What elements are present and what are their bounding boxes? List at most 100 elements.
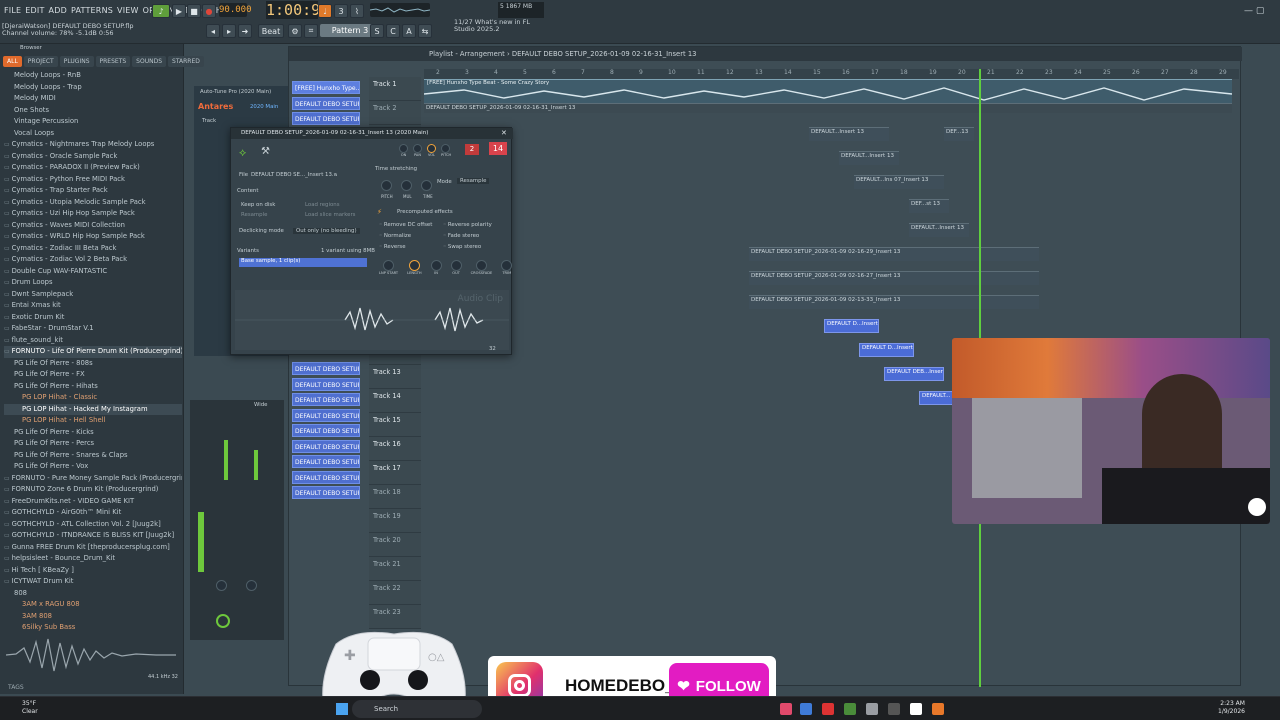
browser-item[interactable]: PG Life Of Pierre - FX [4, 369, 182, 381]
audio-clip[interactable]: DEFAULT...Insert 13 [909, 223, 969, 237]
browser-item[interactable]: GOTHCHYLD - AirG0th™ Mini Kit [4, 507, 182, 519]
menu-item-patterns[interactable]: PATTERNS [71, 6, 113, 15]
audio-clip[interactable]: DEF...st 13 [909, 199, 949, 213]
track-header[interactable]: Track 22 [369, 581, 421, 605]
track-header[interactable]: Track 20 [369, 533, 421, 557]
knob[interactable] [408, 260, 420, 271]
browser-item[interactable]: Drum Loops [4, 277, 182, 289]
next-icon[interactable]: ➜ [238, 24, 252, 38]
start-icon[interactable] [336, 703, 348, 715]
pattern-item[interactable]: [FREE] Hunxho Type... [292, 81, 360, 94]
stop-button[interactable]: ■ [187, 4, 201, 18]
browser-tab-sounds[interactable]: SOUNDS [132, 56, 167, 67]
browser-tab-all[interactable]: ALL [3, 56, 22, 67]
pattern-item[interactable]: DEFAULT DEBO SETUP_202... [292, 96, 360, 110]
pan-knob[interactable] [246, 580, 257, 591]
browser-item[interactable]: GOTHCHYLD - ATL Collection Vol. 2 [Juug2… [4, 519, 182, 531]
audio-clip[interactable]: DEF...13 [944, 127, 974, 141]
window-controls[interactable]: — ▢ [1244, 6, 1274, 16]
system-clock[interactable]: 2:23 AM 1/9/2026 [1218, 700, 1245, 716]
browser-tab-starred[interactable]: STARRED [168, 56, 204, 67]
file-field[interactable]: DEFAULT DEBO SE..._Insert 13.wav [251, 172, 337, 178]
track-header[interactable]: Track 1 [369, 77, 421, 101]
tool-icon[interactable]: ⚙ [288, 24, 302, 38]
browser-item[interactable]: PG Life Of Pierre - Kicks [4, 427, 182, 439]
pattern-item[interactable]: DEFAULT DEBO SETUP_202... [292, 377, 360, 391]
pattern-item[interactable]: DEFAULT DEBO SETUP_202... [292, 424, 360, 437]
browser-tab-project[interactable]: PROJECT [23, 56, 58, 67]
browser-item[interactable]: FreeDrumKits.net - VIDEO GAME KIT [4, 496, 182, 508]
fx-option[interactable]: ◦ Reverse polarity [443, 222, 492, 228]
mul-knob[interactable] [401, 180, 412, 191]
browser-item[interactable]: Dwnt Samplepack [4, 289, 182, 301]
knob[interactable] [383, 260, 395, 271]
pattern-item[interactable]: DEFAULT DEBO SETUP_202... [292, 408, 360, 422]
audio-clip[interactable]: DEFAULT DEBO SETUP_2026-01-09 02-13-33_I… [749, 295, 1039, 309]
close-icon[interactable]: ✕ [501, 129, 507, 137]
pattern-item[interactable]: DEFAULT DEBO SETUP_202... [292, 112, 360, 125]
track-header[interactable]: Track 17 [369, 461, 421, 485]
browser-item[interactable]: Cymatics - PARADOX II (Preview Pack) [4, 162, 182, 174]
weather-widget[interactable]: 35°F Clear [22, 700, 38, 716]
knob[interactable] [413, 144, 422, 153]
news-panel[interactable]: 11/27 What's new in FL Studio 2025.2 [454, 19, 530, 33]
browser-item[interactable]: Entai Xmas kit [4, 300, 182, 312]
browser-item[interactable]: FORNUTO Zone 6 Drum Kit (Producergrind) [4, 484, 182, 496]
browser-item[interactable]: Double Cup WAV-FANTASTIC [4, 266, 182, 278]
audio-clip[interactable]: DEFAULT DEB...Insert 13 [884, 367, 944, 381]
track-header[interactable]: Track 14 [369, 389, 421, 413]
browser-item[interactable]: FORNUTO - Pure Money Sample Pack (Produc… [4, 473, 182, 485]
browser-item[interactable]: Gunna FREE Drum Kit [theproducersplug.co… [4, 542, 182, 554]
browser-item[interactable]: Melody Loops - RnB [4, 70, 182, 82]
fx-option[interactable]: ◦ Fade stereo [443, 233, 479, 239]
pattern-item[interactable]: DEFAULT DEBO SETUP_202... [292, 470, 360, 484]
tags-label[interactable]: TAGS [8, 684, 24, 691]
pattern-item[interactable]: DEFAULT DEBO SETUP_202... [292, 439, 360, 453]
browser-item[interactable]: Cymatics - Nightmares Trap Melody Loops [4, 139, 182, 151]
browser-item[interactable]: PG Life Of Pierre - Vox [4, 461, 182, 473]
time-display[interactable]: 1:00:96 [266, 1, 329, 19]
browser-item[interactable]: PG Life Of Pierre - 808s [4, 358, 182, 370]
pattern-item[interactable]: DEFAULT DEBO SETUP_202... [292, 455, 360, 468]
knob[interactable] [475, 260, 487, 271]
menu-item-view[interactable]: VIEW [117, 6, 139, 15]
audio-clip-insert[interactable]: DEFAULT DEBO SETUP_2026-01-09 02-16-31_I… [424, 103, 1232, 113]
track-header[interactable]: Track 19 [369, 509, 421, 533]
timeline-ruler[interactable]: 2 3 4 5 6 7 8 9 10 11 12 13 14 15 16 17 18 19 20 21 22 23 24 25… [424, 69, 1239, 79]
app-icon[interactable] [844, 703, 856, 715]
load-regions-option[interactable]: Load regions [305, 202, 340, 208]
browser-item[interactable]: Cymatics - Uzi Hip Hop Sample Pack [4, 208, 182, 220]
app-icon[interactable] [866, 703, 878, 715]
browser-item[interactable]: flute_sound_kit [4, 335, 182, 347]
menu-item-file[interactable]: FILE [4, 6, 21, 15]
browser-item[interactable]: Exotic Drum Kit [4, 312, 182, 324]
knob[interactable] [450, 260, 462, 271]
app-icon[interactable] [780, 703, 792, 715]
audio-clip[interactable]: DEFAULT D...Insert 13 [859, 343, 914, 357]
fx-option[interactable]: ◦ Swap stereo [443, 244, 481, 250]
link-icon[interactable] [216, 614, 230, 628]
browser-item[interactable]: Cymatics - Zodiac Vol 2 Beta Pack [4, 254, 182, 266]
metronome-icon[interactable]: ♩ [318, 4, 332, 18]
time-knob[interactable] [421, 180, 432, 191]
browser-item[interactable]: Melody Loops - Trap [4, 82, 182, 94]
audio-clip[interactable]: DEFAULT DEBO SETUP_2026-01-09 02-16-27_I… [749, 271, 1039, 285]
track-header[interactable]: Track 2 [369, 101, 421, 125]
blend-notes-icon[interactable]: 3 [334, 4, 348, 18]
rewind-icon[interactable]: ◂ [206, 24, 220, 38]
knob[interactable] [427, 144, 436, 153]
fx-option[interactable]: ◦ Normalize [379, 233, 411, 239]
track-header[interactable]: Track 15 [369, 413, 421, 437]
fx-option[interactable]: ◦ Remove DC offset [379, 222, 432, 228]
track-header[interactable]: Track 13 [369, 365, 421, 389]
browser-item[interactable]: PG Life Of Pierre - Hihats [4, 381, 182, 393]
track-header[interactable]: Track 21 [369, 557, 421, 581]
declicking-select[interactable]: Out only (no bleeding) [293, 228, 360, 234]
browser-item[interactable]: Vintage Percussion [4, 116, 182, 128]
browser-item[interactable]: FORNUTO - Life Of Pierre Drum Kit (Produ… [4, 346, 182, 358]
browser-item[interactable]: FabeStar - DrumStar V.1 [4, 323, 182, 335]
pitch-knob[interactable] [381, 180, 392, 191]
track-header[interactable]: Track 18 [369, 485, 421, 509]
pattern-item[interactable]: DEFAULT DEBO SETUP_202... [292, 486, 360, 499]
ctrl-button[interactable]: C [386, 24, 400, 38]
